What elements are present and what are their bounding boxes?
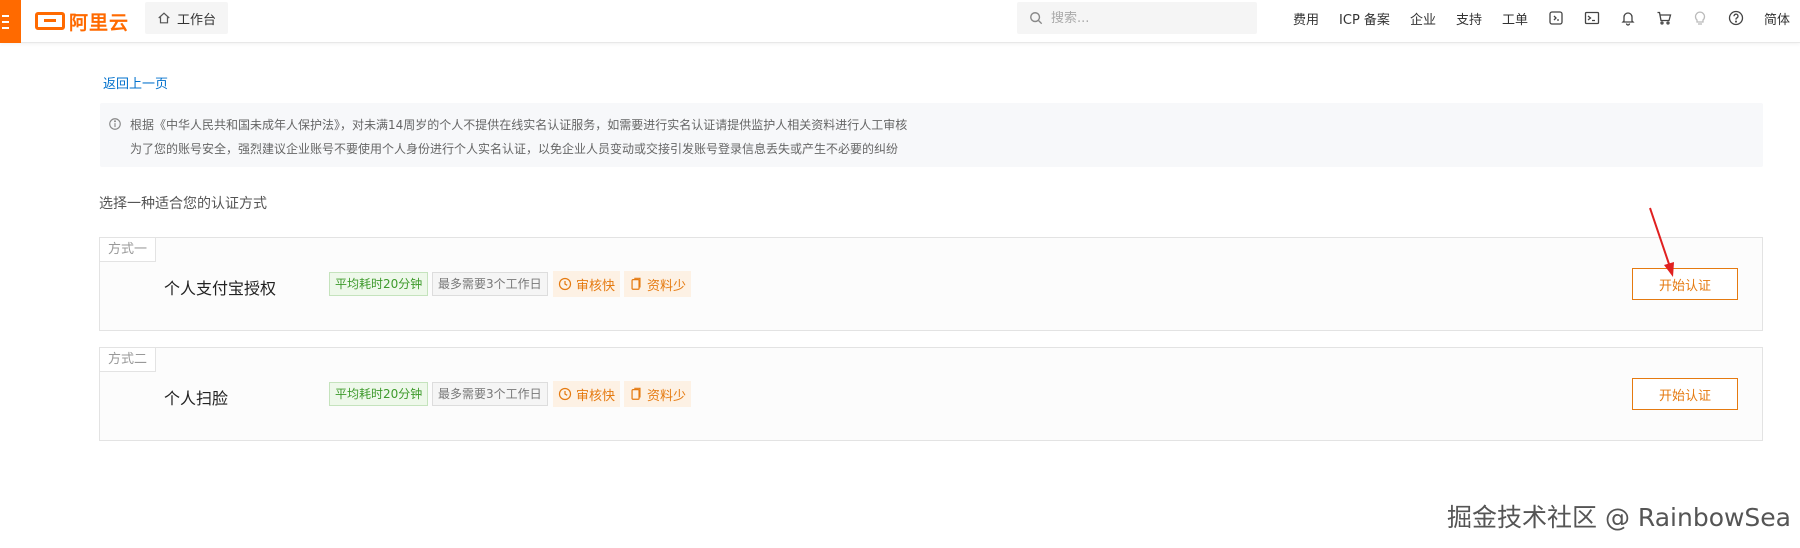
language-switch[interactable]: 简体 bbox=[1754, 9, 1800, 28]
notice-line-2: 为了您的账号安全，强烈建议企业账号不要使用个人身份进行个人实名认证，以免企业人员… bbox=[130, 142, 899, 156]
logo[interactable]: 阿里云 bbox=[35, 9, 130, 34]
nav-support[interactable]: 支持 bbox=[1446, 9, 1492, 28]
clock-icon bbox=[558, 387, 572, 401]
home-icon bbox=[158, 12, 170, 24]
notice-line-1: 根据《中华人民共和国未成年人保护法》，对未满14周岁的个人不提供在线实名认证服务… bbox=[130, 118, 908, 132]
document-icon bbox=[631, 387, 641, 400]
search-input[interactable] bbox=[1051, 10, 1231, 26]
workbench-label: 工作台 bbox=[177, 12, 217, 28]
aliyun-logo-icon bbox=[35, 12, 65, 30]
menu-icon[interactable] bbox=[0, 0, 21, 43]
document-icon bbox=[631, 277, 641, 290]
start-verification-button[interactable]: 开始认证 bbox=[1632, 378, 1738, 410]
search-box[interactable] bbox=[1017, 2, 1257, 34]
section-title: 选择一种适合您的认证方式 bbox=[99, 196, 267, 212]
days-tag: 最多需要3个工作日 bbox=[432, 382, 548, 406]
lightbulb-icon[interactable] bbox=[1682, 0, 1718, 36]
info-icon bbox=[109, 118, 121, 130]
method-label: 方式二 bbox=[100, 348, 157, 372]
time-tag: 平均耗时20分钟 bbox=[329, 272, 429, 296]
method-label: 方式一 bbox=[100, 238, 157, 262]
method-title: 个人支付宝授权 bbox=[164, 279, 277, 298]
feature-less-label: 资料少 bbox=[647, 278, 687, 294]
clock-icon bbox=[558, 277, 572, 291]
feature-less-label: 资料少 bbox=[647, 388, 687, 404]
nav-fees[interactable]: 费用 bbox=[1283, 9, 1329, 28]
nav-enterprise[interactable]: 企业 bbox=[1400, 9, 1446, 28]
time-tag: 平均耗时20分钟 bbox=[329, 382, 429, 406]
nav-ticket[interactable]: 工单 bbox=[1492, 9, 1538, 28]
logo-text: 阿里云 bbox=[69, 11, 130, 34]
feature-less: 资料少 bbox=[624, 381, 692, 407]
help-icon[interactable] bbox=[1718, 0, 1754, 36]
bell-icon[interactable] bbox=[1610, 0, 1646, 36]
search-icon bbox=[1030, 12, 1043, 25]
nav-icp[interactable]: ICP 备案 bbox=[1329, 9, 1400, 28]
watermark: 掘金技术社区 @ RainbowSea bbox=[1447, 503, 1792, 532]
top-nav: 费用 ICP 备案 企业 支持 工单 简体 bbox=[1283, 0, 1800, 36]
notice-box: 根据《中华人民共和国未成年人保护法》，对未满14周岁的个人不提供在线实名认证服务… bbox=[100, 103, 1763, 167]
days-tag: 最多需要3个工作日 bbox=[432, 272, 548, 296]
cart-icon[interactable] bbox=[1646, 0, 1682, 36]
method-title: 个人扫脸 bbox=[164, 389, 229, 408]
feature-fast: 审核快 bbox=[553, 271, 621, 297]
method-card-1: 方式一 个人支付宝授权 平均耗时20分钟 最多需要3个工作日 审核快 资料少 开… bbox=[99, 237, 1763, 331]
method-card-2: 方式二 个人扫脸 平均耗时20分钟 最多需要3个工作日 审核快 资料少 开始认证 bbox=[99, 347, 1763, 441]
feature-fast-label: 审核快 bbox=[576, 278, 616, 294]
dev-tools-icon[interactable] bbox=[1538, 0, 1574, 36]
feature-fast: 审核快 bbox=[553, 381, 621, 407]
workbench-button[interactable]: 工作台 bbox=[145, 2, 229, 34]
feature-fast-label: 审核快 bbox=[576, 388, 616, 404]
feature-less: 资料少 bbox=[624, 271, 692, 297]
back-link[interactable]: 返回上一页 bbox=[103, 73, 168, 92]
top-bar: 阿里云 工作台 费用 ICP 备案 企业 支持 工单 bbox=[0, 0, 1800, 43]
red-arrow-annotation bbox=[1649, 207, 1674, 277]
terminal-icon[interactable] bbox=[1574, 0, 1610, 36]
